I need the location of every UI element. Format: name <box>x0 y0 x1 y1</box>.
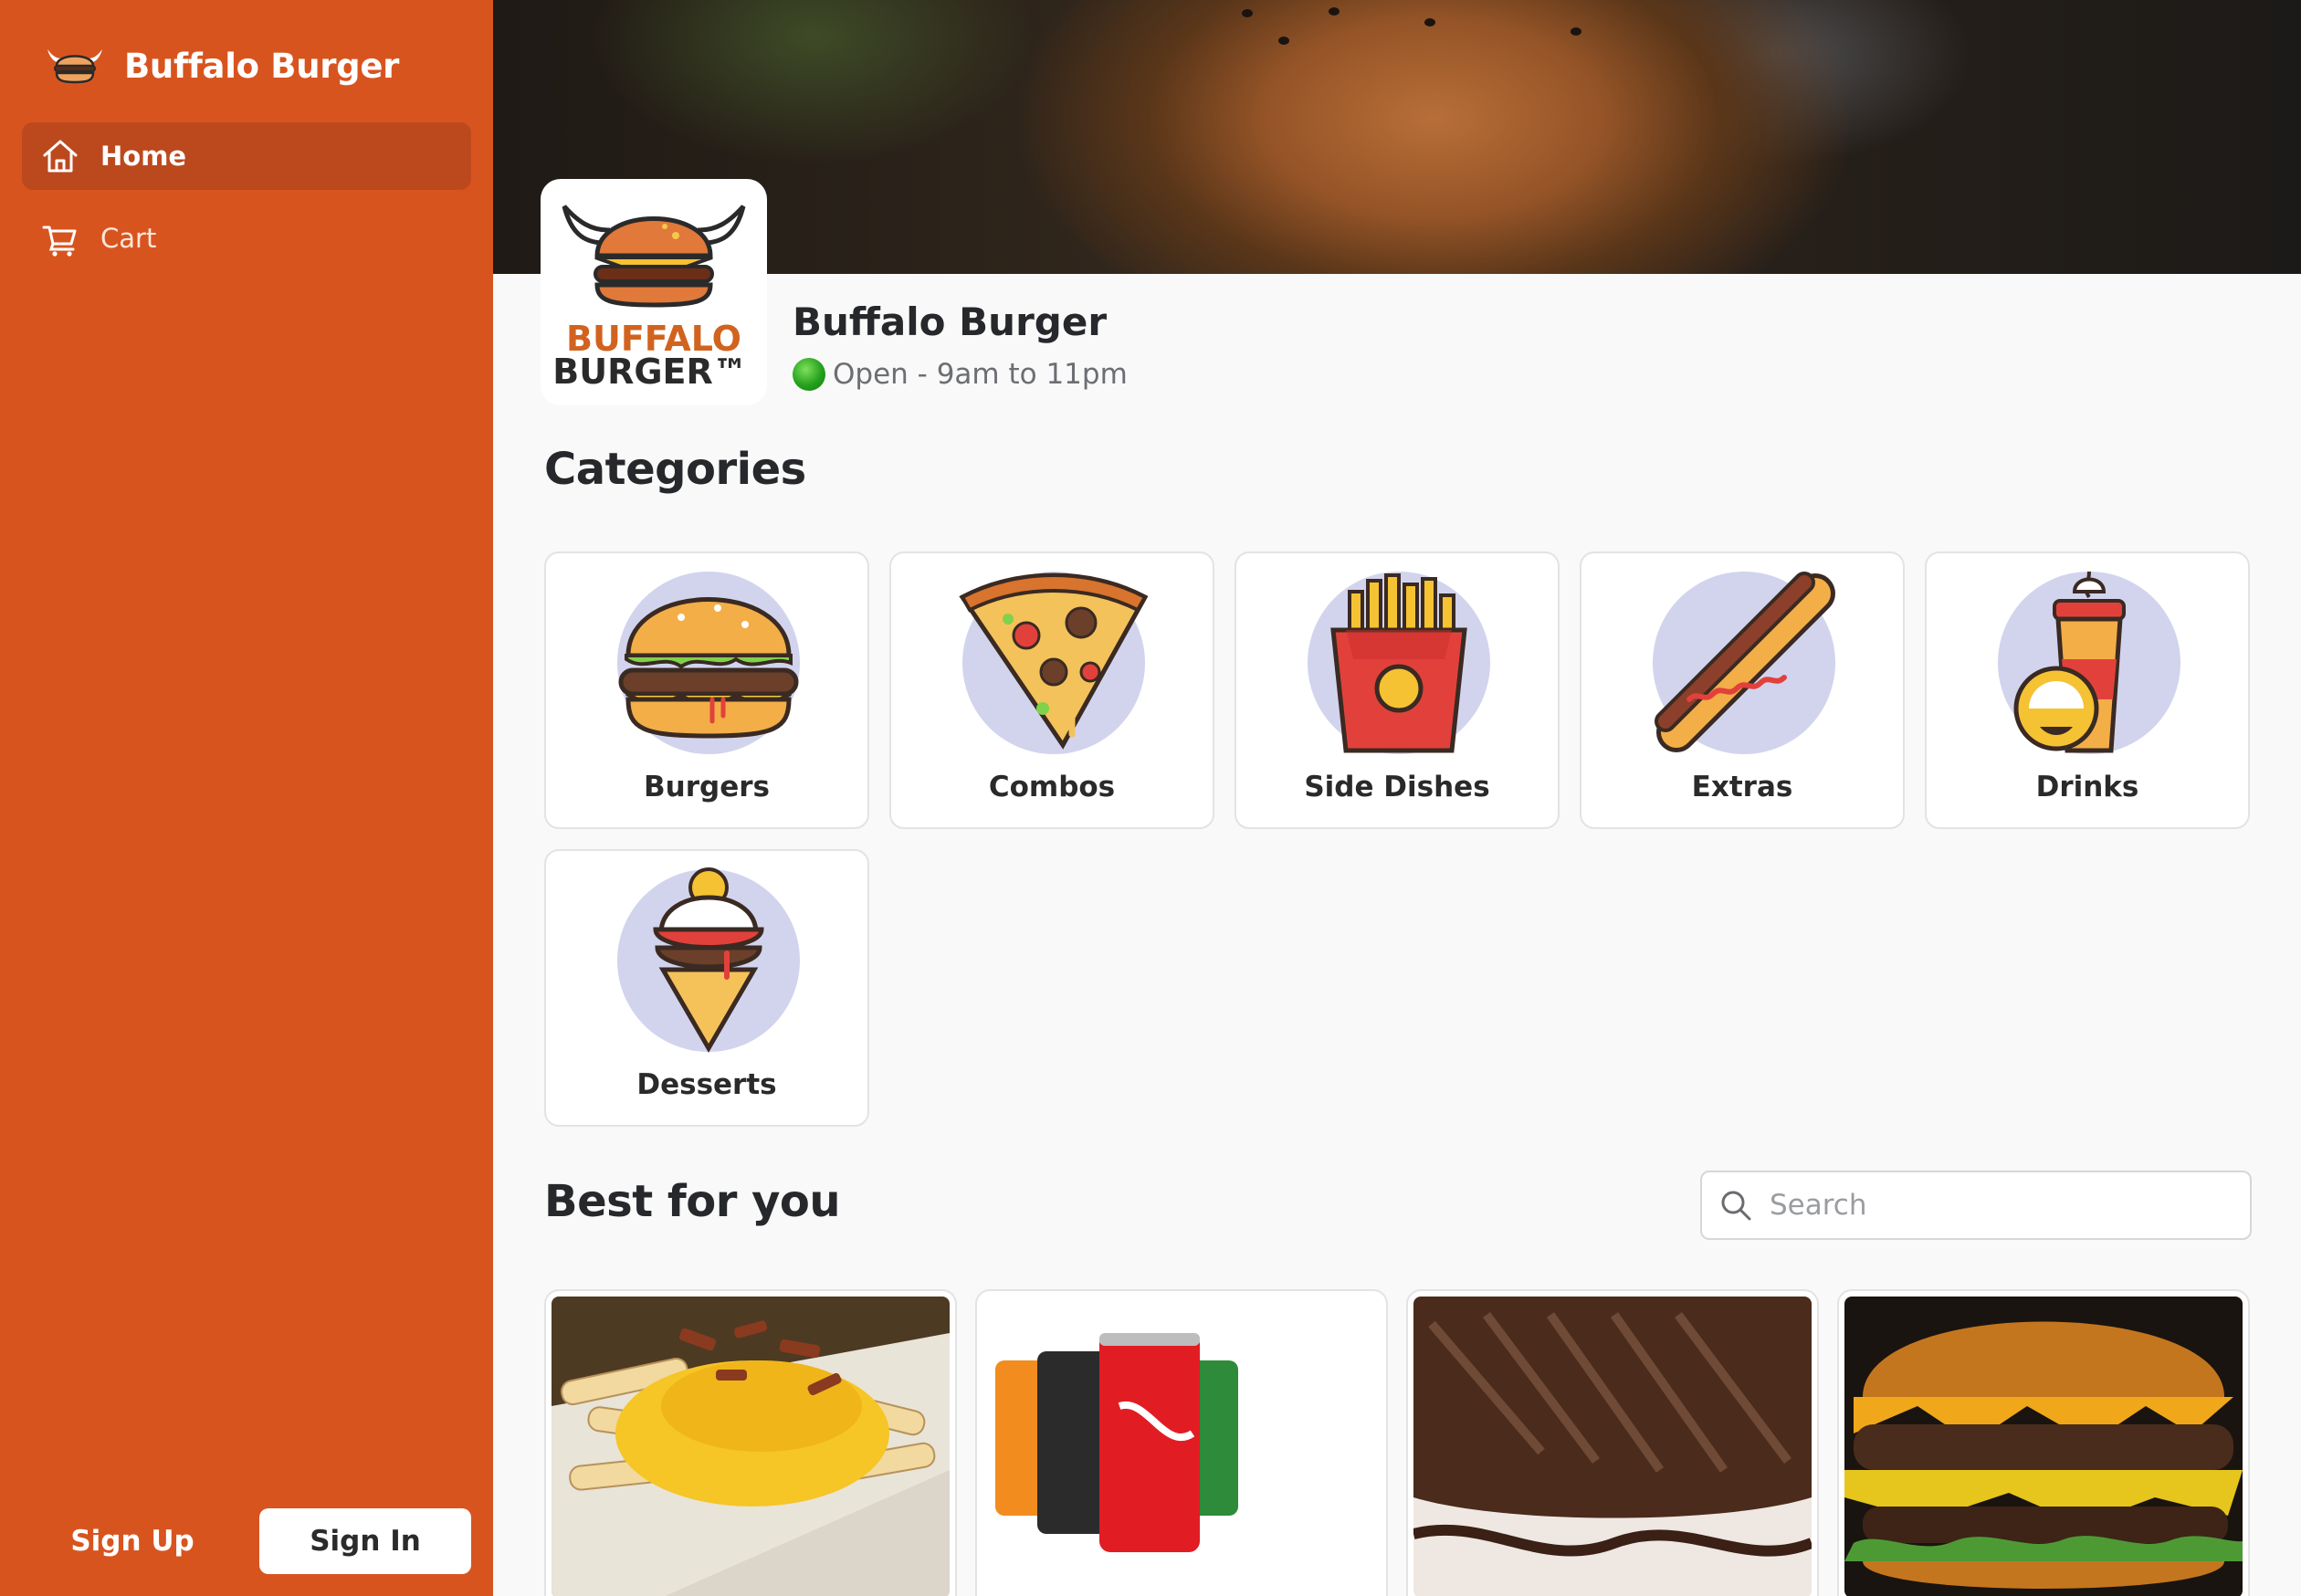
ice-cream-icon <box>653 867 764 1053</box>
sidebar-item-label: Cart <box>100 223 157 254</box>
cheeseburger-photo <box>1844 1297 2243 1596</box>
buffalo-logo-icon <box>47 49 102 84</box>
sidebar-item-home[interactable]: Home <box>22 122 471 190</box>
search-icon <box>1721 1191 1751 1221</box>
category-card-burgers[interactable]: Burgers <box>544 551 869 829</box>
product-card[interactable] <box>1837 1289 2250 1596</box>
restaurant-logo: BUFFALO BURGER™ <box>541 179 767 405</box>
category-label: Drinks <box>2035 771 2139 803</box>
sidebar-item-cart[interactable]: Cart <box>22 205 471 272</box>
search-box[interactable] <box>1700 1171 2252 1240</box>
chocolate-cake-photo <box>1413 1297 1812 1596</box>
home-icon <box>43 140 78 173</box>
cheese-fries-photo <box>552 1297 950 1596</box>
category-card-combos[interactable]: Combos <box>889 551 1214 829</box>
soda-cans-photo <box>982 1297 1381 1596</box>
status-dot-icon <box>793 358 825 391</box>
restaurant-logo-icon: BUFFALO BURGER™ <box>552 205 748 392</box>
sign-up-button[interactable]: Sign Up <box>64 1508 201 1574</box>
category-label: Combos <box>988 771 1116 803</box>
category-card-extras[interactable]: Extras <box>1580 551 1905 829</box>
categories-title: Categories <box>544 444 806 495</box>
product-card[interactable] <box>544 1289 957 1596</box>
sidebar: Buffalo Burger Home Cart Sign Up Sign In <box>0 0 493 1596</box>
brand[interactable]: Buffalo Burger <box>42 38 399 93</box>
drink-icon <box>2013 571 2126 753</box>
best-for-you-title: Best for you <box>544 1176 841 1227</box>
sign-in-button[interactable]: Sign In <box>259 1508 471 1574</box>
category-card-drinks[interactable]: Drinks <box>1925 551 2250 829</box>
brand-name: Buffalo Burger <box>124 46 400 86</box>
category-label: Side Dishes <box>1304 771 1490 803</box>
product-card[interactable] <box>975 1289 1388 1596</box>
restaurant-status: Open - 9am to 11pm <box>793 358 1128 391</box>
category-label: Burgers <box>644 771 770 803</box>
sidebar-item-label: Home <box>100 141 187 172</box>
category-label: Extras <box>1691 771 1793 803</box>
fries-icon <box>1330 573 1467 753</box>
burger-icon <box>618 597 799 739</box>
hotdog-icon <box>1655 572 1835 752</box>
category-card-side-dishes[interactable]: Side Dishes <box>1235 551 1560 829</box>
status-text: Open - 9am to 11pm <box>833 358 1128 391</box>
product-card[interactable] <box>1406 1289 1819 1596</box>
cart-icon <box>42 226 77 257</box>
category-card-desserts[interactable]: Desserts <box>544 849 869 1127</box>
pizza-icon <box>959 572 1149 750</box>
search-input[interactable] <box>1770 1189 2226 1222</box>
restaurant-name: Buffalo Burger <box>793 299 1108 344</box>
svg-text:BURGER™: BURGER™ <box>552 352 748 392</box>
category-label: Desserts <box>636 1068 777 1101</box>
